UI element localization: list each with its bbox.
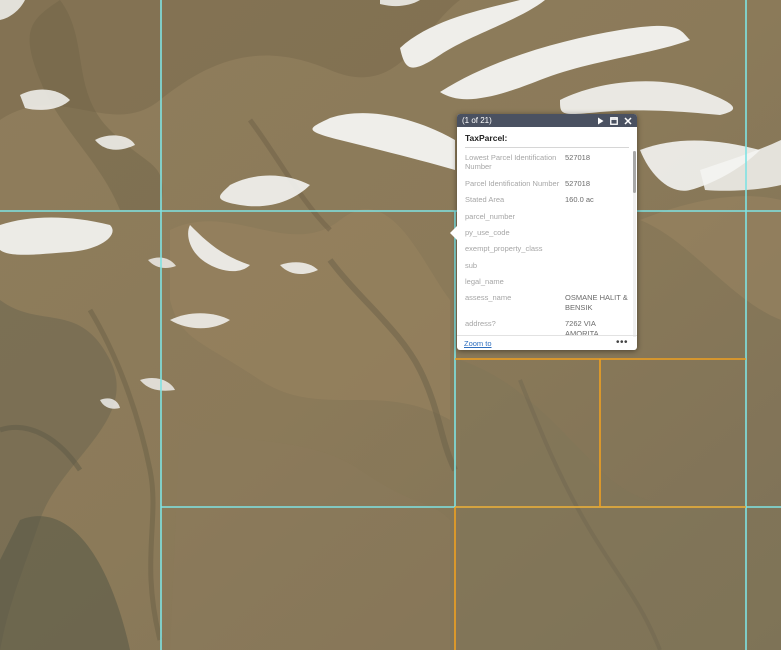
attribute-label: parcel_number (465, 211, 516, 221)
attribute-row: py_use_code (463, 226, 631, 242)
popup-scrollbar[interactable] (633, 151, 636, 337)
attribute-label: sub (465, 260, 478, 270)
attribute-row: assess_name OSMANE HALIT & BENSIK (463, 291, 631, 317)
attribute-label: Lowest Parcel Identification Number (465, 153, 557, 172)
attribute-label: assess_name (465, 293, 512, 303)
attribute-value (563, 210, 631, 226)
attribute-row: exempt_property_class (463, 242, 631, 258)
attribute-list[interactable]: Lowest Parcel Identification Number 5270… (457, 151, 637, 338)
attribute-value: OSMANE HALIT & BENSIK (565, 293, 628, 312)
attribute-value (563, 275, 631, 291)
more-actions-button[interactable]: ••• (616, 338, 628, 348)
popup-pointer (450, 226, 457, 240)
popup-header: (1 of 21) (457, 114, 637, 127)
map-view[interactable] (0, 0, 781, 650)
feature-counter: (1 of 21) (462, 116, 492, 125)
popup-footer: Zoom to ••• (457, 335, 637, 350)
play-icon[interactable] (597, 117, 604, 125)
attribute-label: Stated Area (465, 195, 505, 205)
popup-title: TaxParcel: (465, 133, 508, 143)
attribute-row: Parcel Identification Number 527018 (463, 177, 631, 193)
attribute-table: Lowest Parcel Identification Number 5270… (463, 151, 631, 338)
attribute-row: legal_name (463, 275, 631, 291)
attribute-value (563, 242, 631, 258)
attribute-label: exempt_property_class (465, 244, 543, 254)
attribute-value (563, 226, 631, 242)
scrollbar-thumb[interactable] (633, 151, 636, 193)
zoom-to-link[interactable]: Zoom to (464, 339, 492, 348)
attribute-row: parcel_number (463, 210, 631, 226)
attribute-value: 527018 (565, 153, 591, 162)
attribute-label: Parcel Identification Number (465, 178, 560, 188)
close-icon[interactable] (624, 116, 632, 125)
attribute-label: legal_name (465, 277, 504, 286)
attribute-value (563, 259, 631, 275)
attribute-row: sub (463, 259, 631, 275)
attribute-value: 160.0 ac (565, 195, 594, 205)
attribute-row: Lowest Parcel Identification Number 5270… (463, 151, 631, 177)
parcel-popup[interactable]: (1 of 21) TaxParcel: Lowest Parcel Ident… (450, 114, 637, 350)
attribute-row: Stated Area 160.0 ac (463, 193, 631, 209)
maximize-icon[interactable] (610, 116, 618, 125)
attribute-label: py_use_code (465, 227, 510, 237)
attribute-value: 527018 (565, 178, 591, 188)
title-divider (465, 147, 629, 148)
